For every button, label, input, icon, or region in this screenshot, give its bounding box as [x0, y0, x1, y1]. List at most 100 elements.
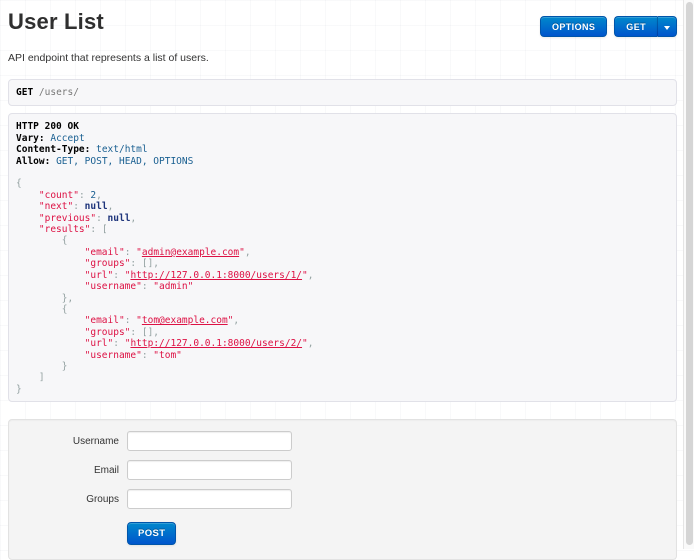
get-dropdown-toggle[interactable] — [657, 16, 677, 37]
json-token — [16, 372, 39, 383]
toolbar: OPTIONS GET — [540, 16, 677, 37]
json-token: : — [113, 270, 124, 281]
username-input[interactable] — [127, 431, 292, 451]
json-token: "results" — [39, 224, 90, 235]
json-link[interactable]: http://127.0.0.1:8000/users/2/ — [130, 338, 302, 349]
json-token: : — [113, 338, 124, 349]
header-name: Vary: — [16, 133, 45, 144]
json-token: , — [245, 247, 251, 258]
response-header-vary: Vary: Accept — [16, 133, 669, 144]
json-token — [16, 235, 62, 246]
request-line-panel: GET /users/ — [8, 79, 677, 106]
json-token: "previous" — [39, 213, 96, 224]
caret-down-icon — [664, 26, 670, 30]
json-token: "username" — [85, 281, 142, 292]
json-token: , — [308, 270, 314, 281]
status-text: HTTP 200 OK — [16, 121, 79, 132]
json-token: "next" — [39, 201, 73, 212]
json-token: { — [16, 178, 22, 189]
groups-label: Groups — [9, 494, 119, 505]
json-token — [16, 201, 39, 212]
json-token: "email" — [85, 247, 125, 258]
header-name: Content-Type: — [16, 144, 90, 155]
json-token: : — [142, 281, 153, 292]
json-token: : [], — [130, 327, 159, 338]
form-row-groups: Groups — [9, 489, 676, 509]
json-token: } — [16, 384, 22, 395]
json-token: : [], — [130, 258, 159, 269]
header-name: Allow: — [16, 156, 50, 167]
json-token: "url" — [85, 270, 114, 281]
json-token — [16, 315, 85, 326]
json-token: null — [85, 201, 108, 212]
json-token: { — [62, 235, 68, 246]
header-value: Accept — [50, 133, 84, 144]
blank-line — [16, 167, 669, 178]
json-token — [16, 281, 85, 292]
json-token — [16, 270, 85, 281]
endpoint-description: API endpoint that represents a list of u… — [8, 52, 677, 64]
email-label: Email — [9, 465, 119, 476]
scrollbar-thumb[interactable] — [686, 2, 693, 545]
json-token — [16, 338, 85, 349]
json-token — [16, 327, 85, 338]
json-token: , — [233, 315, 239, 326]
json-token — [16, 350, 85, 361]
json-token: "username" — [85, 350, 142, 361]
json-token: "admin" — [153, 281, 193, 292]
json-token: , — [96, 190, 102, 201]
json-token: "count" — [39, 190, 79, 201]
json-token: : — [73, 201, 84, 212]
response-panel: HTTP 200 OKVary: AcceptContent-Type: tex… — [8, 113, 677, 402]
json-token: } — [62, 361, 68, 372]
email-input[interactable] — [127, 460, 292, 480]
post-button[interactable]: POST — [127, 522, 176, 545]
response-body: { "count": 2, "next": null, "previous": … — [16, 178, 669, 395]
header-value: text/html — [96, 144, 147, 155]
json-token: "groups" — [85, 327, 131, 338]
scrollbar-track[interactable] — [683, 0, 694, 549]
page-header: User List OPTIONS GET — [8, 8, 677, 35]
form-row-email: Email — [9, 460, 676, 480]
json-token: : — [125, 247, 136, 258]
json-token — [16, 361, 62, 372]
json-token: : — [79, 190, 90, 201]
json-token — [16, 224, 39, 235]
json-token: , — [308, 338, 314, 349]
json-link[interactable]: tom@example.com — [142, 315, 228, 326]
response-status-line: HTTP 200 OK — [16, 121, 669, 132]
form-actions: POST — [127, 522, 676, 545]
get-button[interactable]: GET — [614, 16, 657, 37]
json-token — [16, 247, 85, 258]
json-token: : — [125, 315, 136, 326]
json-token: "tom" — [153, 350, 182, 361]
response-header-content-type: Content-Type: text/html — [16, 144, 669, 155]
json-link[interactable]: http://127.0.0.1:8000/users/1/ — [130, 270, 302, 281]
json-link[interactable]: admin@example.com — [142, 247, 239, 258]
json-token: ] — [39, 372, 45, 383]
json-token — [16, 304, 62, 315]
api-page: User List OPTIONS GET API endpoint that … — [8, 0, 677, 560]
json-token: null — [108, 213, 131, 224]
username-label: Username — [9, 436, 119, 447]
options-button[interactable]: OPTIONS — [540, 16, 607, 37]
json-token — [16, 293, 62, 304]
request-path: /users/ — [39, 87, 79, 98]
get-button-group: GET — [614, 16, 677, 37]
response-header-allow: Allow: GET, POST, HEAD, OPTIONS — [16, 156, 669, 167]
header-value: GET, POST, HEAD, OPTIONS — [56, 156, 193, 167]
json-token — [16, 190, 39, 201]
form-row-username: Username — [9, 431, 676, 451]
json-token: "groups" — [85, 258, 131, 269]
json-token: }, — [62, 293, 73, 304]
json-token: "url" — [85, 338, 114, 349]
json-token: , — [130, 213, 136, 224]
json-token — [16, 213, 39, 224]
groups-input[interactable] — [127, 489, 292, 509]
json-token: "email" — [85, 315, 125, 326]
json-token: , — [108, 201, 114, 212]
json-token: : — [142, 350, 153, 361]
json-token: : [ — [90, 224, 107, 235]
json-token — [16, 258, 85, 269]
json-token: : — [96, 213, 107, 224]
